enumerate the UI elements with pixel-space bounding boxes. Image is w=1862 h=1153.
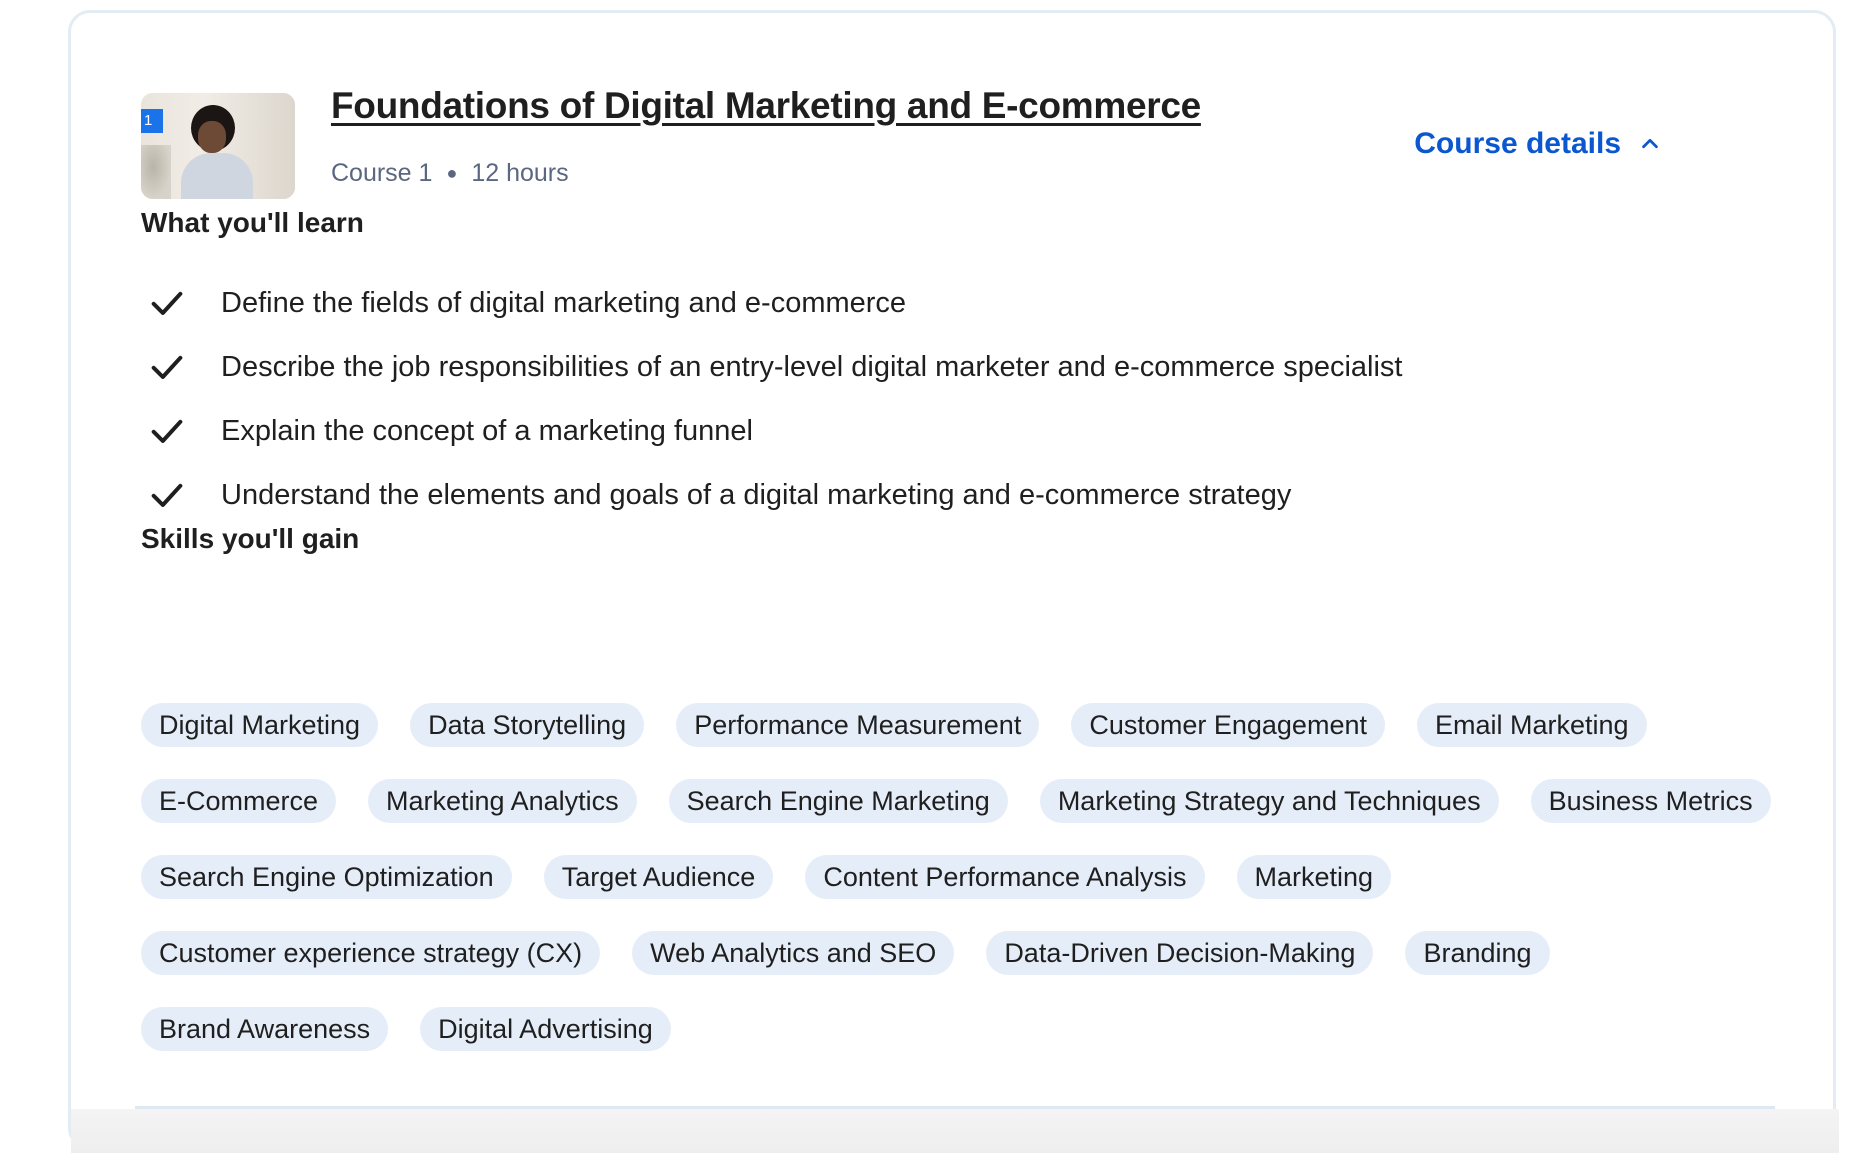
check-icon bbox=[151, 291, 183, 315]
skill-chip: Search Engine Marketing bbox=[668, 779, 1008, 823]
skill-chip: Search Engine Optimization bbox=[141, 855, 512, 899]
course-title-link[interactable]: Foundations of Digital Marketing and E-c… bbox=[331, 85, 1201, 127]
learn-item-text: Define the fields of digital marketing a… bbox=[221, 286, 907, 319]
thumbnail-person-face bbox=[198, 121, 226, 153]
learn-list: Define the fields of digital marketing a… bbox=[141, 271, 1741, 527]
skill-chip: Brand Awareness bbox=[141, 1007, 389, 1051]
skill-chip: Customer Engagement bbox=[1071, 703, 1385, 747]
course-card: 1 Foundations of Digital Marketing and E… bbox=[68, 10, 1839, 1153]
skills-list: Digital Marketing Data Storytelling Perf… bbox=[141, 703, 1801, 1051]
thumbnail-plant bbox=[141, 145, 171, 199]
skill-chip: Web Analytics and SEO bbox=[632, 931, 955, 975]
learn-item: Understand the elements and goals of a d… bbox=[141, 463, 1741, 527]
skill-chip: Target Audience bbox=[543, 855, 774, 899]
skill-chip: Marketing Analytics bbox=[368, 779, 637, 823]
skill-chip: Customer experience strategy (CX) bbox=[141, 931, 601, 975]
skill-chip: Email Marketing bbox=[1416, 703, 1647, 747]
course-meta: Course 1 ● 12 hours bbox=[331, 159, 569, 188]
course-label: Course 1 bbox=[331, 159, 433, 187]
check-icon bbox=[151, 419, 183, 443]
skill-chip: Content Performance Analysis bbox=[805, 855, 1205, 899]
learn-item: Explain the concept of a marketing funne… bbox=[141, 399, 1741, 463]
learn-item-text: Describe the job responsibilities of an … bbox=[221, 350, 1403, 383]
course-details-button[interactable]: Course details bbox=[1414, 127, 1661, 161]
learn-item: Define the fields of digital marketing a… bbox=[141, 271, 1741, 335]
chevron-up-icon bbox=[1642, 138, 1658, 149]
skill-chip: Business Metrics bbox=[1530, 779, 1771, 823]
check-icon bbox=[151, 355, 183, 379]
course-details-label: Course details bbox=[1414, 127, 1621, 160]
skill-chip: Marketing bbox=[1236, 855, 1392, 899]
skill-chip: Data-Driven Decision-Making bbox=[986, 931, 1374, 975]
learn-item-text: Understand the elements and goals of a d… bbox=[221, 478, 1292, 511]
learn-heading: What you'll learn bbox=[141, 207, 364, 238]
thumbnail-person-body bbox=[181, 153, 253, 199]
course-header: 1 Foundations of Digital Marketing and E… bbox=[141, 81, 1771, 199]
learn-item-text: Explain the concept of a marketing funne… bbox=[221, 414, 753, 447]
skill-chip: E-Commerce bbox=[141, 779, 337, 823]
skill-chip: Digital Advertising bbox=[420, 1007, 671, 1051]
skill-chip: Digital Marketing bbox=[141, 703, 379, 747]
bottom-fade bbox=[71, 1109, 1839, 1153]
skill-chip: Marketing Strategy and Techniques bbox=[1039, 779, 1499, 823]
check-icon bbox=[151, 483, 183, 507]
skill-chip: Branding bbox=[1405, 931, 1550, 975]
skills-heading: Skills you'll gain bbox=[141, 523, 360, 554]
skill-chip: Data Storytelling bbox=[410, 703, 645, 747]
skill-chip: Performance Measurement bbox=[676, 703, 1040, 747]
learn-item: Describe the job responsibilities of an … bbox=[141, 335, 1741, 399]
course-duration: 12 hours bbox=[471, 159, 569, 187]
separator-dot: ● bbox=[446, 163, 458, 183]
course-thumbnail[interactable]: 1 bbox=[141, 93, 295, 199]
course-number-badge: 1 bbox=[141, 109, 163, 133]
